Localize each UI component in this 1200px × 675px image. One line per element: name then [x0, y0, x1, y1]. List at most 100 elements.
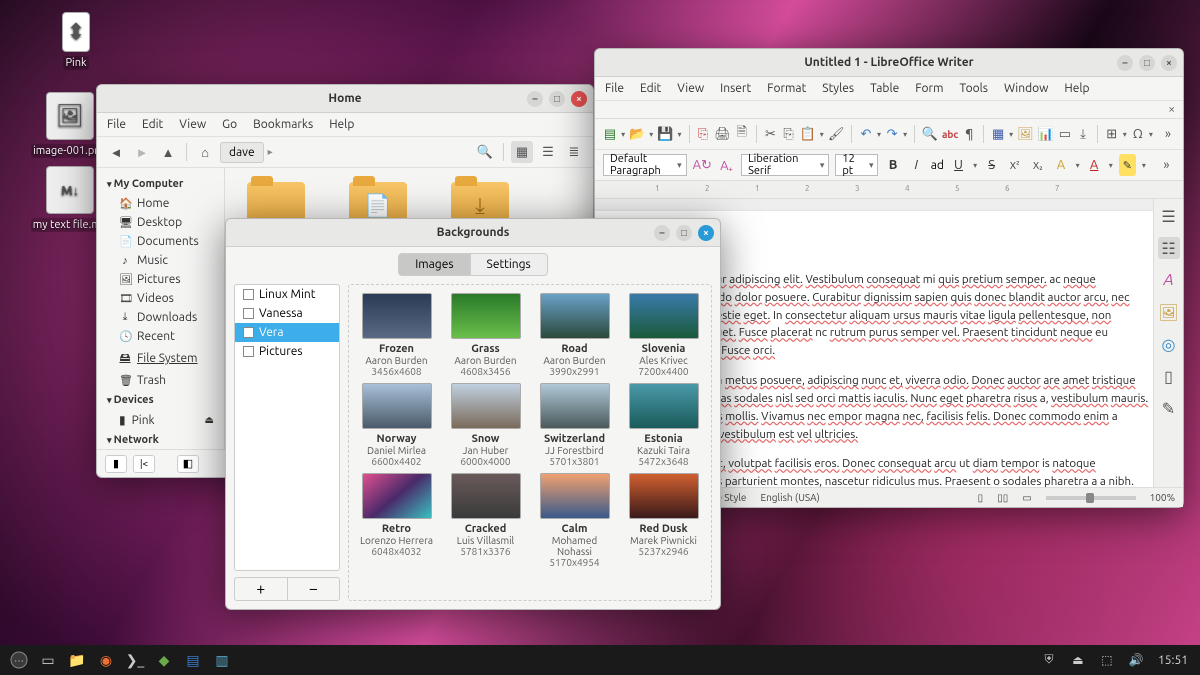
menu-styles[interactable]: Styles — [822, 82, 854, 95]
styles-panel-icon[interactable]: A — [1158, 269, 1180, 291]
menu-form[interactable]: Form — [915, 82, 943, 95]
software-manager-launcher[interactable]: ◆ — [151, 647, 177, 673]
wallpaper-grass[interactable]: GrassAaron Burden4608x3456 — [446, 293, 525, 377]
menu-insert[interactable]: Insert — [720, 82, 751, 95]
eject-icon[interactable]: ⏏ — [205, 414, 214, 426]
list-view-button[interactable]: ☰ — [537, 141, 559, 163]
collection-pictures[interactable]: Pictures — [235, 342, 339, 361]
wallpaper-frozen[interactable]: FrozenAaron Burden3456x4608 — [357, 293, 436, 377]
menu-edit[interactable]: Edit — [640, 82, 661, 95]
minimize-button[interactable]: – — [527, 91, 543, 107]
horizontal-ruler[interactable]: 121234567 — [595, 181, 1183, 199]
desktop-icon-usb[interactable]: ⬍ Pink — [36, 12, 116, 70]
show-desktop-button[interactable]: ▭ — [35, 647, 61, 673]
wallpaper-cracked[interactable]: CrackedLuis Villasmil5781x3376 — [446, 473, 525, 568]
sidebar-item-trash[interactable]: 🗑Trash — [97, 371, 224, 390]
paste-button[interactable]: 📋 — [800, 123, 816, 145]
zoom-value[interactable]: 100% — [1150, 492, 1175, 503]
strikethrough-button[interactable]: S — [983, 154, 1000, 176]
breadcrumb-segment[interactable]: dave — [220, 142, 264, 163]
wallpaper-calm[interactable]: CalmMohamed Nohassi5170x4954 — [535, 473, 614, 568]
font-color-button[interactable]: A — [1086, 154, 1103, 176]
subscript-button[interactable]: X₂ — [1029, 154, 1046, 176]
sidebar-item-desktop[interactable]: 🖥Desktop — [97, 213, 224, 232]
formatting-marks-button[interactable]: ¶ — [962, 123, 976, 145]
sidebar-item-home[interactable]: 🏠Home — [97, 194, 224, 213]
chart-button[interactable]: 📊 — [1038, 123, 1054, 145]
menu-format[interactable]: Format — [767, 82, 806, 95]
tab-images[interactable]: Images — [398, 253, 470, 276]
wallpaper-slovenia[interactable]: SloveniaAles Krivec7200x4400 — [624, 293, 703, 377]
font-name-combo[interactable]: Liberation Serif — [741, 154, 829, 176]
menu-view[interactable]: View — [677, 82, 704, 95]
tray-sound-icon[interactable]: 🔊 — [1123, 647, 1149, 673]
sidebar-item-file-system[interactable]: 🖴File System — [97, 346, 224, 371]
terminal-launcher[interactable]: ❯_ — [122, 647, 148, 673]
wallpaper-estonia[interactable]: EstoniaKazuki Taira5472x3648 — [624, 383, 703, 467]
field-button[interactable]: ⊞ — [1105, 123, 1119, 145]
maximize-button[interactable]: □ — [676, 225, 692, 241]
tray-network-icon[interactable]: ⬚ — [1094, 647, 1120, 673]
find-button[interactable]: 🔍 — [922, 123, 938, 145]
menu-view[interactable]: View — [179, 118, 206, 131]
underline-button[interactable]: U — [950, 154, 967, 176]
maximize-button[interactable]: □ — [1139, 55, 1155, 71]
sidebar-item-downloads[interactable]: ⤓Downloads — [97, 308, 224, 327]
new-button[interactable]: ▤ — [603, 123, 617, 145]
places-toggle[interactable]: ▮ — [105, 455, 127, 473]
page-panel-icon[interactable]: ▯ — [1158, 365, 1180, 387]
close-button[interactable]: × — [1161, 55, 1177, 71]
files-launcher[interactable]: 📁 — [64, 647, 90, 673]
status-language[interactable]: English (USA) — [760, 492, 819, 503]
document-close-button[interactable]: × — [1168, 103, 1175, 116]
icon-view-button[interactable]: ▦ — [511, 141, 533, 163]
bold-button[interactable]: B — [884, 154, 901, 176]
taskbar-clock[interactable]: 15:51 — [1152, 654, 1194, 667]
sidebar-item-pictures[interactable]: 🖼Pictures — [97, 270, 224, 289]
update-style-button[interactable]: A↻ — [693, 154, 712, 176]
view-book-icon[interactable]: ▭ — [1022, 492, 1031, 504]
redo-button[interactable]: ↷ — [885, 123, 899, 145]
collection-vanessa[interactable]: Vanessa — [235, 304, 339, 323]
wallpaper-snow[interactable]: SnowJan Huber6000x4000 — [446, 383, 525, 467]
menu-table[interactable]: Table — [870, 82, 899, 95]
menu-help[interactable]: Help — [1064, 82, 1089, 95]
view-single-page-icon[interactable]: ▯ — [978, 492, 984, 504]
open-button[interactable]: 📂 — [629, 123, 645, 145]
superscript-button[interactable]: X² — [1006, 154, 1023, 176]
tab-settings[interactable]: Settings — [470, 253, 548, 276]
firefox-launcher[interactable]: ◉ — [93, 647, 119, 673]
undo-button[interactable]: ↶ — [859, 123, 873, 145]
paragraph-style-combo[interactable]: Default Paragraph — [603, 154, 687, 176]
toolbar-overflow[interactable]: » — [1158, 154, 1175, 176]
zoom-slider[interactable] — [1046, 496, 1136, 500]
tree-toggle[interactable]: |< — [133, 455, 155, 473]
navigator-panel-icon[interactable]: ◎ — [1158, 333, 1180, 355]
wallpaper-norway[interactable]: NorwayDaniel Mirlea6600x4402 — [357, 383, 436, 467]
sidebar-item-music[interactable]: ♪Music — [97, 251, 224, 270]
menu-button[interactable]: ⋯ — [6, 647, 32, 673]
calc-launcher[interactable]: ▥ — [209, 647, 235, 673]
char-highlight-button[interactable]: ✎ — [1119, 154, 1136, 176]
clone-formatting-button[interactable]: 🖌 — [828, 123, 845, 145]
sidebar-item-recent[interactable]: 🕓Recent — [97, 327, 224, 346]
tray-updates-icon[interactable]: ⛨ — [1036, 647, 1062, 673]
remove-collection-button[interactable]: − — [288, 578, 340, 600]
collection-linux-mint[interactable]: Linux Mint — [235, 285, 339, 304]
cut-button[interactable]: ✂ — [763, 123, 777, 145]
page-break-button[interactable]: ⤓ — [1076, 123, 1090, 145]
new-style-button[interactable]: A₊ — [718, 154, 735, 176]
home-icon[interactable]: ⌂ — [194, 141, 216, 163]
backgrounds-titlebar[interactable]: Backgrounds – □ × — [226, 219, 720, 247]
sidebar-item-videos[interactable]: 🎞Videos — [97, 289, 224, 308]
close-button[interactable]: × — [698, 225, 714, 241]
nav-forward-button[interactable]: ► — [131, 141, 153, 163]
menu-window[interactable]: Window — [1004, 82, 1048, 95]
print-button[interactable]: 🖨 — [714, 123, 731, 145]
print-preview-button[interactable]: 🗎 — [735, 123, 749, 145]
wallpaper-road[interactable]: RoadAaron Burden3990x2991 — [535, 293, 614, 377]
maximize-button[interactable]: □ — [549, 91, 565, 107]
image-button[interactable]: 🖼 — [1017, 123, 1034, 145]
special-char-button[interactable]: Ω — [1131, 123, 1145, 145]
nav-up-button[interactable]: ▲ — [157, 141, 179, 163]
